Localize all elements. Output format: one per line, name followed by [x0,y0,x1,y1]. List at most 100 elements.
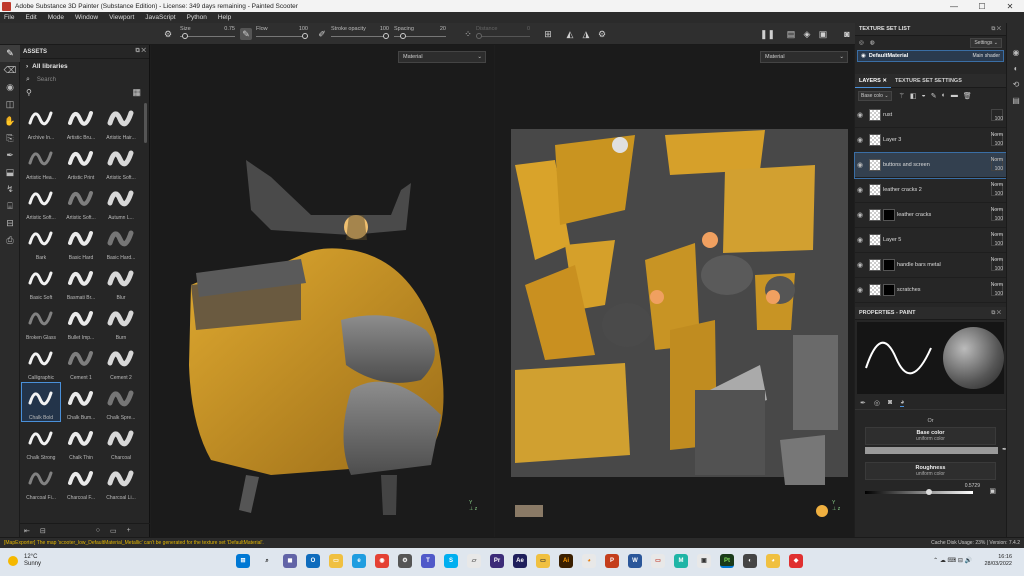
brush-item[interactable]: Chalk Strong [22,423,60,461]
filter-icon[interactable]: ⚲ [26,88,32,97]
alpha-tab-icon[interactable]: ◎ [874,399,880,407]
mirror-x-icon[interactable]: ◭ [564,28,576,40]
layer-blend[interactable]: Norm 100 [991,231,1003,249]
app-icon-6[interactable]: ◕ [766,554,780,568]
brush-tab-icon[interactable]: ✒ [860,399,866,407]
layer-row[interactable]: ◉ scratches Norm 100 [855,278,1006,303]
brush-item[interactable]: Bullet Imp... [62,303,100,341]
skype-icon[interactable]: S [444,554,458,568]
eye-icon[interactable]: ◉ [857,261,869,269]
layer-blend[interactable]: Norm 100 [991,156,1003,174]
library-selector[interactable]: All libraries [32,63,67,70]
add-effect-icon[interactable]: ⚚ [899,92,905,100]
outlook-icon[interactable]: O [306,554,320,568]
search-input[interactable]: Search [37,77,56,83]
symmetry-icon[interactable]: ⊞ [542,28,554,40]
randomize-icon[interactable]: ▣ [989,487,996,495]
layer-blend[interactable]: Norm 100 [991,281,1003,299]
layer-row[interactable]: ◉ rust 100 [855,103,1006,128]
spacing-slider[interactable]: Spacing 20 [394,26,446,39]
history-icon[interactable]: ⟲ [1007,77,1024,93]
roughness-slider[interactable]: 0.5729 ▣ [865,483,996,497]
substance-painter-icon[interactable]: Pt [720,554,734,568]
add-fill-layer-icon[interactable]: ◐ [942,92,946,99]
display-settings-icon[interactable]: ▤ [785,28,797,40]
brush-item[interactable]: Calligraphic [22,343,60,381]
panel-float-icon[interactable]: ⧉ ✕ [991,310,1001,317]
eye-icon[interactable]: ◉ [857,286,869,294]
layer-blend[interactable]: Norm 100 [991,131,1003,149]
powerpoint-icon[interactable]: P [605,554,619,568]
viewport-2d[interactable]: Material ⌄ Y ⊥ z [495,45,854,537]
brush-item[interactable]: Chalk Bold [21,382,61,422]
settings-dropdown[interactable]: Settings ⌄ [970,38,1002,48]
app-icon-3[interactable]: M [674,554,688,568]
word-icon[interactable]: W [628,554,642,568]
add-fill-icon[interactable]: ◒ [921,92,925,99]
material-tab-icon[interactable]: ◕ [900,399,905,407]
tab-layers[interactable]: LAYERS ✕ [855,74,891,88]
file-explorer-icon[interactable]: ▭ [329,554,343,568]
projection-tool-icon[interactable]: ◉ [0,79,20,96]
menu-help[interactable]: Help [218,14,231,21]
smudge-tool-icon[interactable]: ✋ [0,113,20,130]
system-tray-icons[interactable]: ⌃ ☁ ⌨ ⊟ 🔊 [933,557,972,564]
add-icon[interactable]: + [127,527,131,534]
eye-icon[interactable]: ◉ [857,136,869,144]
clock[interactable]: 16:16 28/03/2022 [984,554,1012,568]
shelf-icon[interactable]: ◉ [1007,45,1024,61]
eye-icon[interactable]: ◉ [857,236,869,244]
layer-row[interactable]: ◉ Layer 5 Norm 100 [855,228,1006,253]
illustrator-icon[interactable]: Ai [559,554,573,568]
layer-row[interactable]: ◉ Layer 3 Norm 100 [855,128,1006,153]
add-paint-layer-icon[interactable]: ✎ [931,92,937,100]
layer-blend[interactable]: Norm 100 [991,181,1003,199]
paint-tool-icon[interactable]: ✎ [0,45,20,62]
layer-row[interactable]: ◉ leather cracks Norm 100 [855,203,1006,228]
minimize-button[interactable]: — [940,2,968,11]
geometry-decal-icon[interactable]: ⬓ [0,164,20,181]
premiere-icon[interactable]: Pr [490,554,504,568]
brush-item[interactable]: Cement 2 [102,343,140,381]
eye-icon[interactable]: ◉ [857,161,869,169]
eye-icon[interactable]: ◉ [857,111,869,119]
brush-item[interactable]: Broken Glass [22,303,60,341]
stroke-opacity-icon[interactable]: ✐ [316,28,328,40]
blender-icon[interactable]: ◕ [582,554,596,568]
app-icon-7[interactable]: ◆ [789,554,803,568]
distance-slider[interactable]: Distance 0 [476,26,530,39]
app-icon-2[interactable]: ▭ [651,554,665,568]
clone-tool-icon[interactable]: ⎘ [0,130,20,147]
menu-edit[interactable]: Edit [25,14,36,21]
log-icon[interactable]: ▤ [1007,93,1024,109]
layer-mask-thumbnail[interactable] [883,284,895,296]
collapse-icon[interactable]: ⊟ [40,527,46,535]
start-icon[interactable]: ⊞ [236,554,250,568]
app-icon-4[interactable]: ▣ [697,554,711,568]
weather-widget[interactable]: 12°C Sunny [8,554,41,568]
layer-mask-thumbnail[interactable] [883,209,895,221]
settings-icon[interactable]: ⚙ [398,554,412,568]
brush-item[interactable]: Basic Hard [62,223,100,261]
stroke-opacity-slider[interactable]: Stroke opacity 100 [331,26,389,39]
brush-settings-icon[interactable]: ⚙ [162,28,174,40]
circle-view-icon[interactable]: ○ [96,527,100,534]
chrome-icon[interactable]: ◉ [375,554,389,568]
brush-item[interactable]: Burn [102,303,140,341]
roughness-channel[interactable]: Roughness uniform color [865,462,996,480]
display-settings-icon[interactable]: ◐ [1007,61,1024,77]
brush-item[interactable]: Cement 1 [62,343,100,381]
status-message[interactable]: [MapExporter] The map 'scooter_low_Defau… [4,540,264,546]
teams-icon[interactable]: T [421,554,435,568]
panel-float-icon[interactable]: ⧉ ✕ [135,48,146,55]
measure-tool-icon[interactable]: ⊟ [0,215,20,232]
app-icon[interactable]: ▱ [467,554,481,568]
menu-window[interactable]: Window [75,14,98,21]
flow-slider[interactable]: Flow 100 [256,26,308,39]
edge-icon[interactable]: e [352,554,366,568]
layer-blend[interactable]: Norm 100 [991,206,1003,224]
size-slider[interactable]: Size 0.75 [180,26,235,39]
layer-mask-thumbnail[interactable] [883,259,895,271]
brush-item[interactable]: Artistic Print [62,143,100,181]
menu-viewport[interactable]: Viewport [109,14,134,21]
